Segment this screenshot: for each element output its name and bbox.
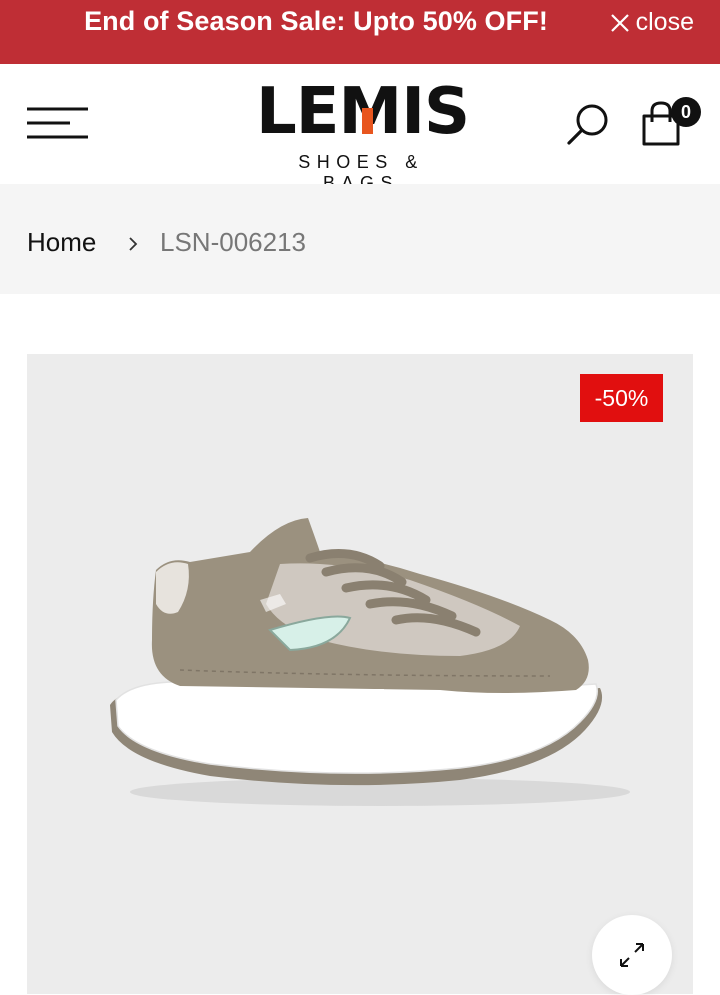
hamburger-icon [27, 107, 88, 139]
cart-count-badge: 0 [671, 97, 701, 127]
logo-wordmark: LEMIS [256, 78, 470, 146]
discount-badge: -50% [580, 374, 663, 422]
chevron-right-icon [127, 236, 139, 257]
search-icon [567, 104, 608, 145]
brand-logo[interactable]: LEMIS SHOES & BAGS [256, 78, 470, 193]
breadcrumb: Home LSN-006213 [0, 184, 720, 294]
announcement-close-button[interactable]: close [610, 8, 694, 37]
search-button[interactable] [565, 102, 611, 148]
zoom-button[interactable] [592, 915, 672, 995]
announcement-bar: End of Season Sale: Upto 50% OFF! close [0, 0, 720, 64]
expand-icon [620, 943, 644, 967]
close-label: close [635, 8, 694, 36]
site-header: LEMIS SHOES & BAGS [0, 64, 720, 193]
close-icon [610, 13, 629, 32]
breadcrumb-home-link[interactable]: Home [27, 227, 96, 258]
announcement-text: End of Season Sale: Upto 50% OFF! [84, 6, 548, 36]
logo-accent-mark [362, 108, 373, 134]
menu-button[interactable] [26, 104, 90, 142]
sneaker-image [110, 518, 630, 806]
breadcrumb-current: LSN-006213 [160, 227, 306, 257]
